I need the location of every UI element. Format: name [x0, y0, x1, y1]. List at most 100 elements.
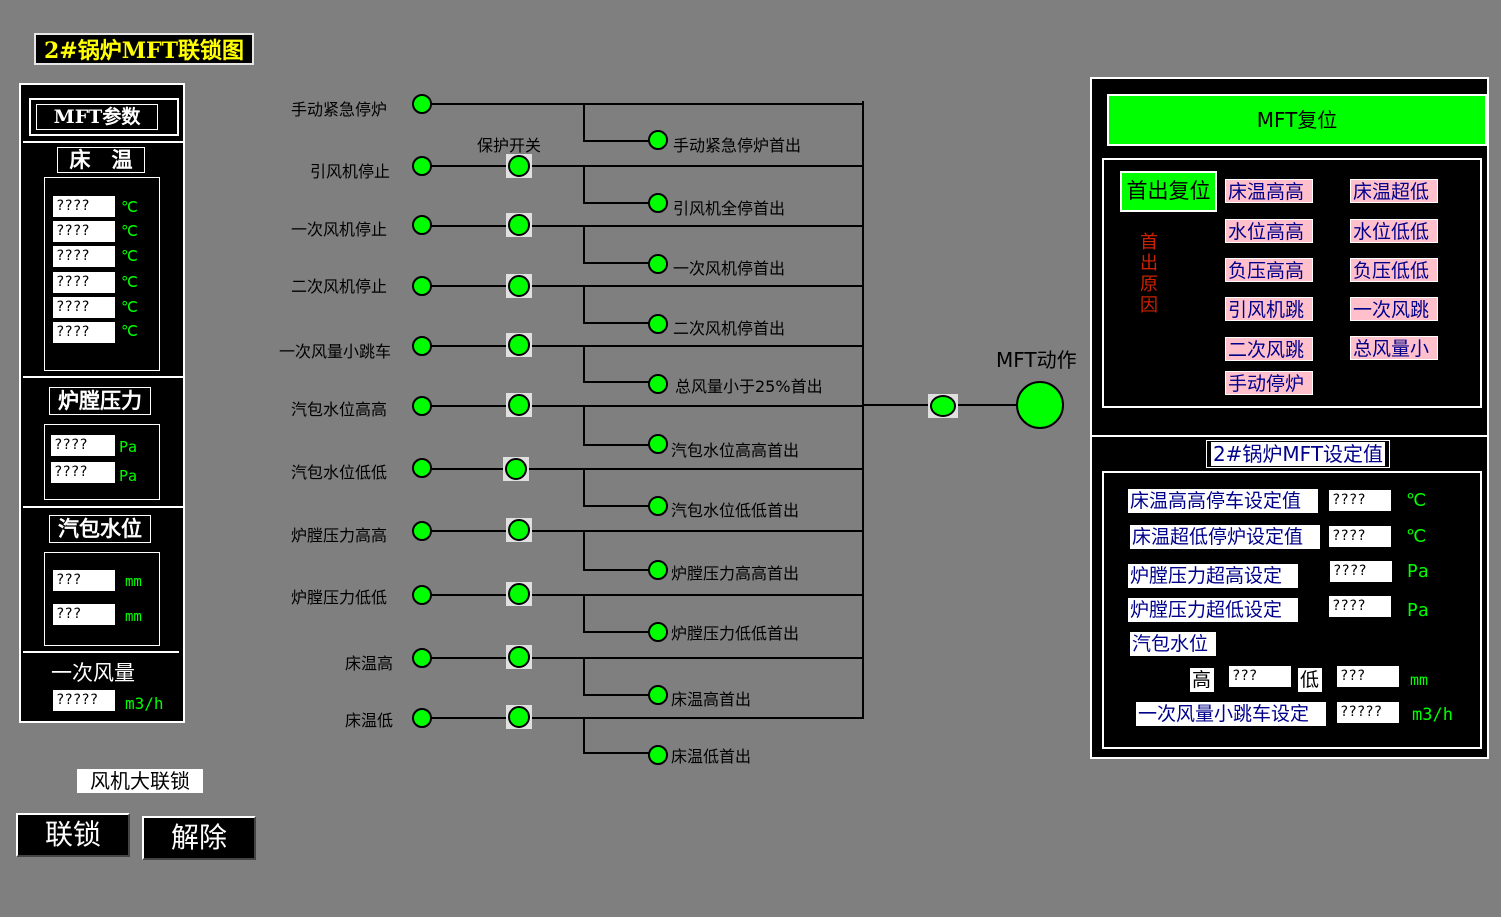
trip-input-led: [412, 521, 432, 541]
first-cause-indicator: 床温超低: [1350, 179, 1438, 203]
drum-low-label: 低: [1298, 668, 1322, 692]
first-cause-indicator: 负压低低: [1350, 258, 1438, 282]
bed-low-setpoint-input[interactable]: ????: [1329, 526, 1391, 547]
first-out-branch: [583, 530, 585, 570]
mft-control-panel: MFT复位 首出复位 首出原因 床温高高 水位高高 负压高高 引风机跳 二次风跳…: [1090, 77, 1489, 759]
trip-input-label: 床温高: [345, 654, 394, 673]
protect-switch[interactable]: [506, 582, 532, 606]
trip-input-led: [412, 94, 432, 114]
setpoint-label: 炉膛压力超低设定: [1128, 598, 1298, 622]
protect-switch[interactable]: [506, 645, 532, 669]
trip-input-label: 手动紧急停炉: [291, 100, 388, 119]
setpoint-label: 炉膛压力超高设定: [1128, 564, 1298, 588]
trip-input-led: [412, 708, 432, 728]
trip-line: [432, 530, 864, 532]
protect-switch[interactable]: [503, 457, 529, 481]
trip-input-led: [412, 276, 432, 296]
setpoint-label: 汽包水位: [1130, 632, 1216, 656]
bed-high-setpoint-input[interactable]: ????: [1329, 490, 1391, 511]
press-low-setpoint-input[interactable]: ????: [1329, 596, 1391, 617]
first-out-led: [648, 314, 668, 334]
first-cause-indicator: 手动停炉: [1225, 371, 1313, 395]
trip-input-led: [412, 215, 432, 235]
setpoint-unit: mm: [1410, 671, 1429, 689]
first-out-led: [648, 254, 668, 274]
first-out-label: 二次风机停首出: [673, 319, 786, 338]
mft-reset-button[interactable]: MFT复位: [1107, 94, 1487, 146]
protect-switch[interactable]: [506, 154, 532, 178]
first-out-branch: [583, 717, 585, 753]
first-out-branch: [583, 468, 585, 506]
first-out-led: [648, 434, 668, 454]
protect-switch[interactable]: [506, 213, 532, 237]
trip-input-label: 引风机停止: [310, 162, 391, 181]
trip-input-label: 一次风量小跳车: [279, 342, 392, 361]
first-cause-indicator: 二次风跳: [1225, 337, 1313, 361]
drum-high-label: 高: [1190, 668, 1214, 692]
first-out-label: 汽包水位低低首出: [671, 501, 800, 520]
first-out-led: [648, 130, 668, 150]
first-out-label: 引风机全停首出: [673, 199, 786, 218]
first-out-branch: [583, 103, 585, 141]
trip-input-led: [412, 648, 432, 668]
mft-action-indicator: [1016, 381, 1064, 429]
first-cause-label: 首出原因: [1140, 232, 1158, 316]
first-out-branch: [583, 285, 585, 323]
trip-input-led: [412, 156, 432, 176]
trip-line: [432, 285, 864, 287]
first-cause-indicator: 引风机跳: [1225, 297, 1313, 321]
trip-line: [432, 594, 864, 596]
first-out-branch: [583, 657, 585, 695]
mft-action-label: MFT动作: [996, 348, 1077, 372]
mft-output-switch[interactable]: [928, 394, 958, 418]
trip-line: [432, 165, 864, 167]
first-out-branch: [583, 569, 649, 571]
trip-line: [432, 717, 864, 719]
setpoint-label: 床温高高停车设定值: [1128, 489, 1318, 513]
first-out-label: 炉膛压力低低首出: [671, 624, 800, 643]
protect-switch-label: 保护开关: [477, 136, 542, 155]
protect-switch[interactable]: [506, 518, 532, 542]
first-out-led: [648, 745, 668, 765]
first-out-branch: [583, 202, 649, 204]
first-out-led: [648, 622, 668, 642]
setpoints-title-text: 2#锅炉MFT设定值: [1210, 442, 1386, 466]
setpoints-title: 2#锅炉MFT设定值: [1206, 440, 1390, 468]
trip-input-label: 汽包水位高高: [291, 400, 388, 419]
first-out-branch: [583, 405, 585, 445]
trip-line: [432, 405, 864, 407]
first-out-label: 手动紧急停炉首出: [673, 136, 802, 155]
first-cause-indicator: 床温高高: [1225, 179, 1313, 203]
setpoint-unit: ℃: [1406, 490, 1427, 511]
first-cause-indicator: 一次风跳: [1350, 297, 1438, 321]
press-high-setpoint-input[interactable]: ????: [1330, 561, 1392, 582]
first-out-label: 一次风机停首出: [673, 259, 786, 278]
setpoint-unit: ℃: [1406, 526, 1427, 547]
trip-input-label: 汽包水位低低: [291, 463, 388, 482]
first-cause-indicator: 水位低低: [1350, 219, 1438, 243]
protect-switch[interactable]: [506, 333, 532, 357]
primary-air-setpoint-input[interactable]: ?????: [1337, 702, 1399, 723]
first-out-led: [648, 374, 668, 394]
drum-low-setpoint-input[interactable]: ???: [1337, 666, 1399, 687]
trip-line: [432, 468, 864, 470]
first-cause-indicator: 水位高高: [1225, 219, 1313, 243]
first-out-label: 床温高首出: [671, 690, 752, 709]
protect-switch[interactable]: [506, 274, 532, 298]
first-out-branch: [583, 631, 649, 633]
setpoint-label: 一次风量小跳车设定: [1136, 702, 1326, 726]
setpoint-unit: m3/h: [1412, 705, 1453, 725]
trip-input-label: 床温低: [345, 711, 394, 730]
first-out-reset-button[interactable]: 首出复位: [1120, 171, 1217, 212]
protect-switch[interactable]: [506, 393, 532, 417]
trip-line: [432, 103, 864, 105]
drum-high-setpoint-input[interactable]: ???: [1229, 666, 1291, 687]
protect-switch[interactable]: [506, 705, 532, 729]
trip-input-label: 炉膛压力高高: [291, 526, 388, 545]
first-out-label: 汽包水位高高首出: [671, 441, 800, 460]
first-out-branch: [583, 165, 585, 203]
first-out-branch: [583, 694, 649, 696]
first-out-branch: [583, 752, 649, 754]
first-out-branch: [583, 262, 649, 264]
trip-input-label: 二次风机停止: [291, 277, 388, 296]
